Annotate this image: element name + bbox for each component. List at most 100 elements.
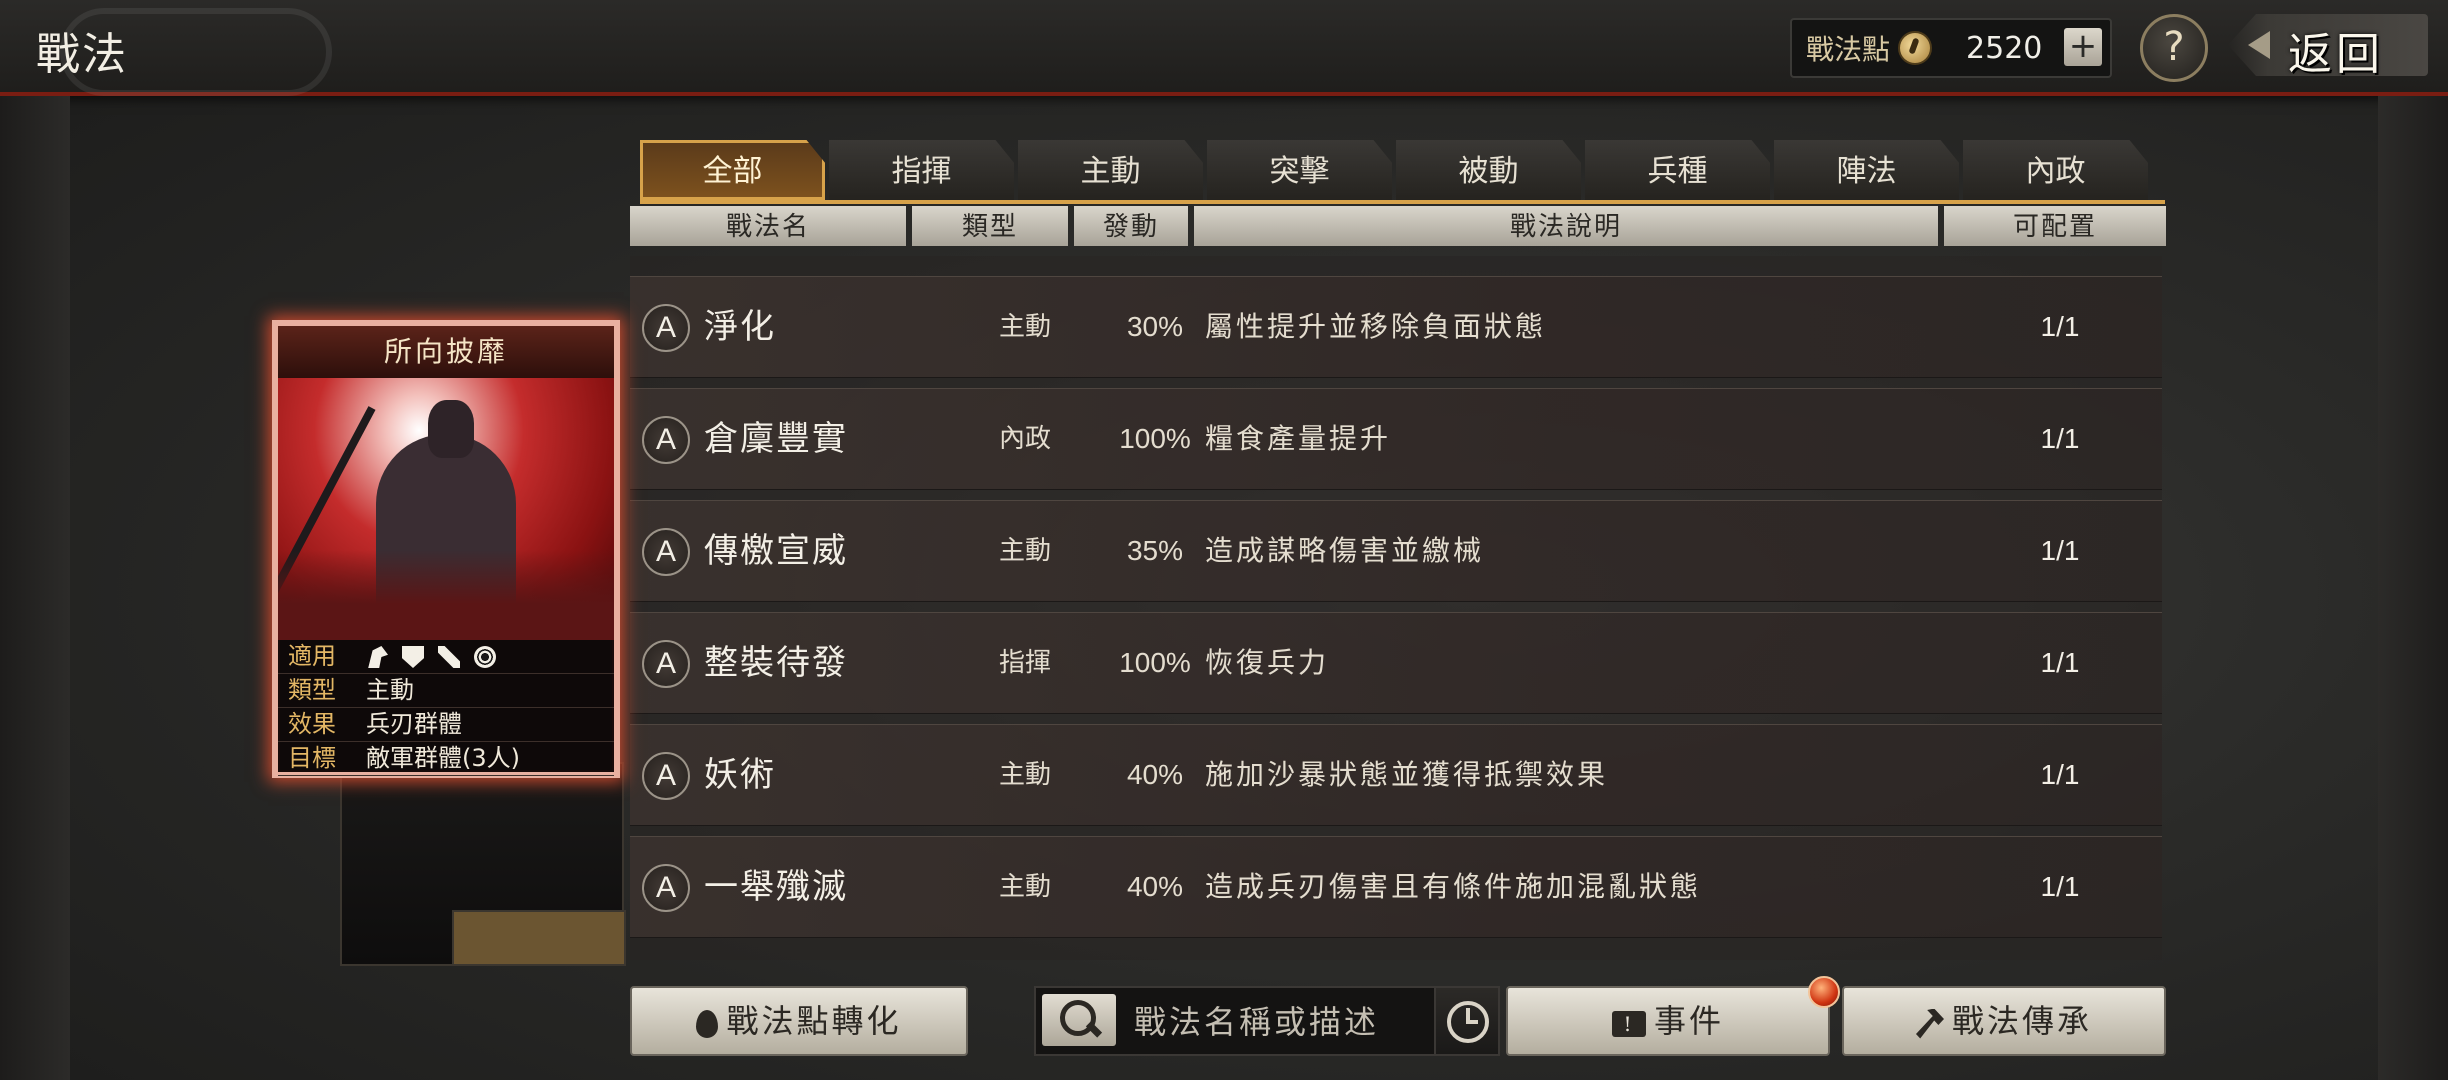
tactic-slots: 1/1 (2040, 871, 2080, 902)
target-value: 敵軍群體(3人) (366, 744, 520, 772)
table-row[interactable]: A 傳檄宣威 主動 35% 造成謀略傷害並繳械 1/1 (630, 500, 2162, 602)
search-input[interactable] (1132, 988, 1436, 1056)
column-header-rate[interactable]: 發動 (1074, 206, 1188, 246)
tactic-description: 糧食產量提升 (1205, 422, 1392, 455)
grade-a-icon: A (642, 528, 690, 576)
tab-assault[interactable]: 突擊 (1207, 140, 1392, 200)
history-button[interactable] (1434, 986, 1500, 1056)
clock-hand (1466, 1020, 1478, 1024)
tactic-slots: 1/1 (2040, 311, 2080, 342)
tactic-points-icon (1898, 31, 1933, 65)
column-header-description: 戰法說明 (1194, 206, 1938, 246)
table-row[interactable]: A 倉廩豐實 內政 100% 糧食產量提升 1/1 (630, 388, 2162, 490)
tab-internal[interactable]: 內政 (1963, 140, 2148, 200)
page-title: 戰法 (36, 29, 128, 80)
grade-a-icon: A (642, 864, 690, 912)
tactic-description: 恢復兵力 (1205, 646, 1330, 679)
card-applies-row: 適用 (278, 640, 614, 674)
event-icon: ! (1611, 1010, 1646, 1037)
back-arrow-icon (2248, 31, 2270, 59)
tactic-name: 一舉殲滅 (704, 867, 848, 907)
tactic-type: 指揮 (998, 648, 1051, 678)
inherit-tactic-label: 戰法傳承 (1951, 1002, 2092, 1040)
tactic-rate: 100% (1119, 647, 1191, 678)
tactic-name: 妖術 (704, 755, 776, 795)
back-button[interactable]: 返回 (2228, 14, 2428, 76)
tactic-type: 內政 (998, 424, 1051, 454)
cavalry-icon (368, 646, 388, 668)
card-effect-row: 效果 兵刃群體 (278, 708, 614, 742)
event-label: 事件 (1653, 1002, 1724, 1040)
tactic-slots: 1/1 (2040, 759, 2080, 790)
tactic-card[interactable]: 所向披靡 適用 類型 主動 效果 兵刃群體 目標 敵軍群體(3人) (272, 320, 620, 778)
table-header: 戰法名 類型 發動 戰法說明 可配置 (630, 206, 2172, 248)
tactic-slots: 1/1 (2040, 423, 2080, 454)
convert-points-button[interactable]: 戰法點轉化 (630, 986, 968, 1056)
search-box (1034, 986, 1438, 1056)
inherit-tactic-button[interactable]: 戰法傳承 (1842, 986, 2166, 1056)
tactic-rate: 40% (1126, 759, 1184, 790)
help-button[interactable]: ? (2140, 14, 2208, 82)
tactic-points-label: 戰法點 (1806, 33, 1891, 66)
tactic-name: 傳檄宣威 (704, 531, 848, 571)
right-frame (2378, 96, 2448, 1080)
tab-underline (640, 200, 2165, 204)
tactic-description: 造成兵刃傷害且有條件施加混亂狀態 (1205, 870, 1702, 903)
table-row[interactable]: A 妖術 主動 40% 施加沙暴狀態並獲得抵禦效果 1/1 (630, 724, 2162, 826)
tab-active[interactable]: 主動 (1018, 140, 1203, 200)
card-type-row: 類型 主動 (278, 674, 614, 708)
card-artwork (278, 378, 614, 640)
search-icon-handle (1085, 1021, 1103, 1038)
applies-key: 適用 (288, 642, 336, 670)
column-header-name[interactable]: 戰法名 (630, 206, 906, 246)
effect-value: 兵刃群體 (366, 710, 462, 738)
warrior-head (428, 400, 474, 458)
tactic-points-value: 2520 (1966, 30, 2043, 66)
tab-command[interactable]: 指揮 (829, 140, 1014, 200)
card-stack-edge (452, 910, 626, 966)
tab-formation[interactable]: 陣法 (1774, 140, 1959, 200)
tab-passive[interactable]: 被動 (1396, 140, 1581, 200)
tactic-slots: 1/1 (2040, 647, 2080, 678)
table-row[interactable]: A 淨化 主動 30% 屬性提升並移除負面狀態 1/1 (630, 276, 2162, 378)
card-target-row: 目標 敵軍群體(3人) (278, 742, 614, 776)
unit-icons (360, 640, 510, 673)
table-row[interactable]: A 整裝待發 指揮 100% 恢復兵力 1/1 (630, 612, 2162, 714)
tactic-rate: 35% (1126, 535, 1184, 566)
search-button[interactable] (1042, 994, 1116, 1046)
drop-icon (696, 1009, 719, 1038)
convert-points-label: 戰法點轉化 (726, 1002, 902, 1040)
tactic-type: 主動 (998, 872, 1051, 902)
grade-a-icon: A (642, 752, 690, 800)
tactic-name: 整裝待發 (704, 643, 848, 683)
add-points-button[interactable]: + (2064, 28, 2102, 66)
tactic-slots: 1/1 (2040, 535, 2080, 566)
event-button[interactable]: ! 事件 (1506, 986, 1830, 1056)
archer-icon (438, 646, 460, 668)
tactic-rate: 100% (1119, 423, 1191, 454)
back-label: 返回 (2288, 29, 2384, 80)
card-info-panel: 適用 類型 主動 效果 兵刃群體 目標 敵軍群體(3人) (278, 640, 614, 776)
type-value: 主動 (366, 676, 414, 704)
notification-dot (1808, 976, 1840, 1008)
tactic-description: 施加沙暴狀態並獲得抵禦效果 (1205, 758, 1609, 791)
grade-a-icon: A (642, 304, 690, 352)
tactic-description: 屬性提升並移除負面狀態 (1205, 310, 1547, 343)
tab-all[interactable]: 全部 (640, 140, 825, 200)
tactic-rate: 30% (1126, 311, 1184, 342)
shield-icon (402, 646, 424, 668)
tactic-type: 主動 (998, 760, 1051, 790)
top-bar: 戰法 戰法點 2520 + ? 返回 (0, 0, 2448, 96)
tactic-type: 主動 (998, 536, 1051, 566)
left-frame (0, 96, 70, 1080)
column-header-slot[interactable]: 可配置 (1944, 206, 2166, 246)
table-row[interactable]: A 一舉殲滅 主動 40% 造成兵刃傷害且有條件施加混亂狀態 1/1 (630, 836, 2162, 938)
category-tabs: 全部 指揮 主動 突擊 被動 兵種 陣法 內政 (640, 140, 2152, 202)
tactics-list[interactable]: A 淨化 主動 30% 屬性提升並移除負面狀態 1/1 A 倉廩豐實 內政 10… (630, 256, 2162, 960)
tactic-description: 造成謀略傷害並繳械 (1205, 534, 1485, 567)
tactic-name: 倉廩豐實 (704, 419, 848, 459)
effect-key: 效果 (288, 710, 336, 738)
tab-troop[interactable]: 兵種 (1585, 140, 1770, 200)
tactic-points-display: 戰法點 2520 + (1790, 18, 2112, 78)
column-header-type[interactable]: 類型 (912, 206, 1068, 246)
